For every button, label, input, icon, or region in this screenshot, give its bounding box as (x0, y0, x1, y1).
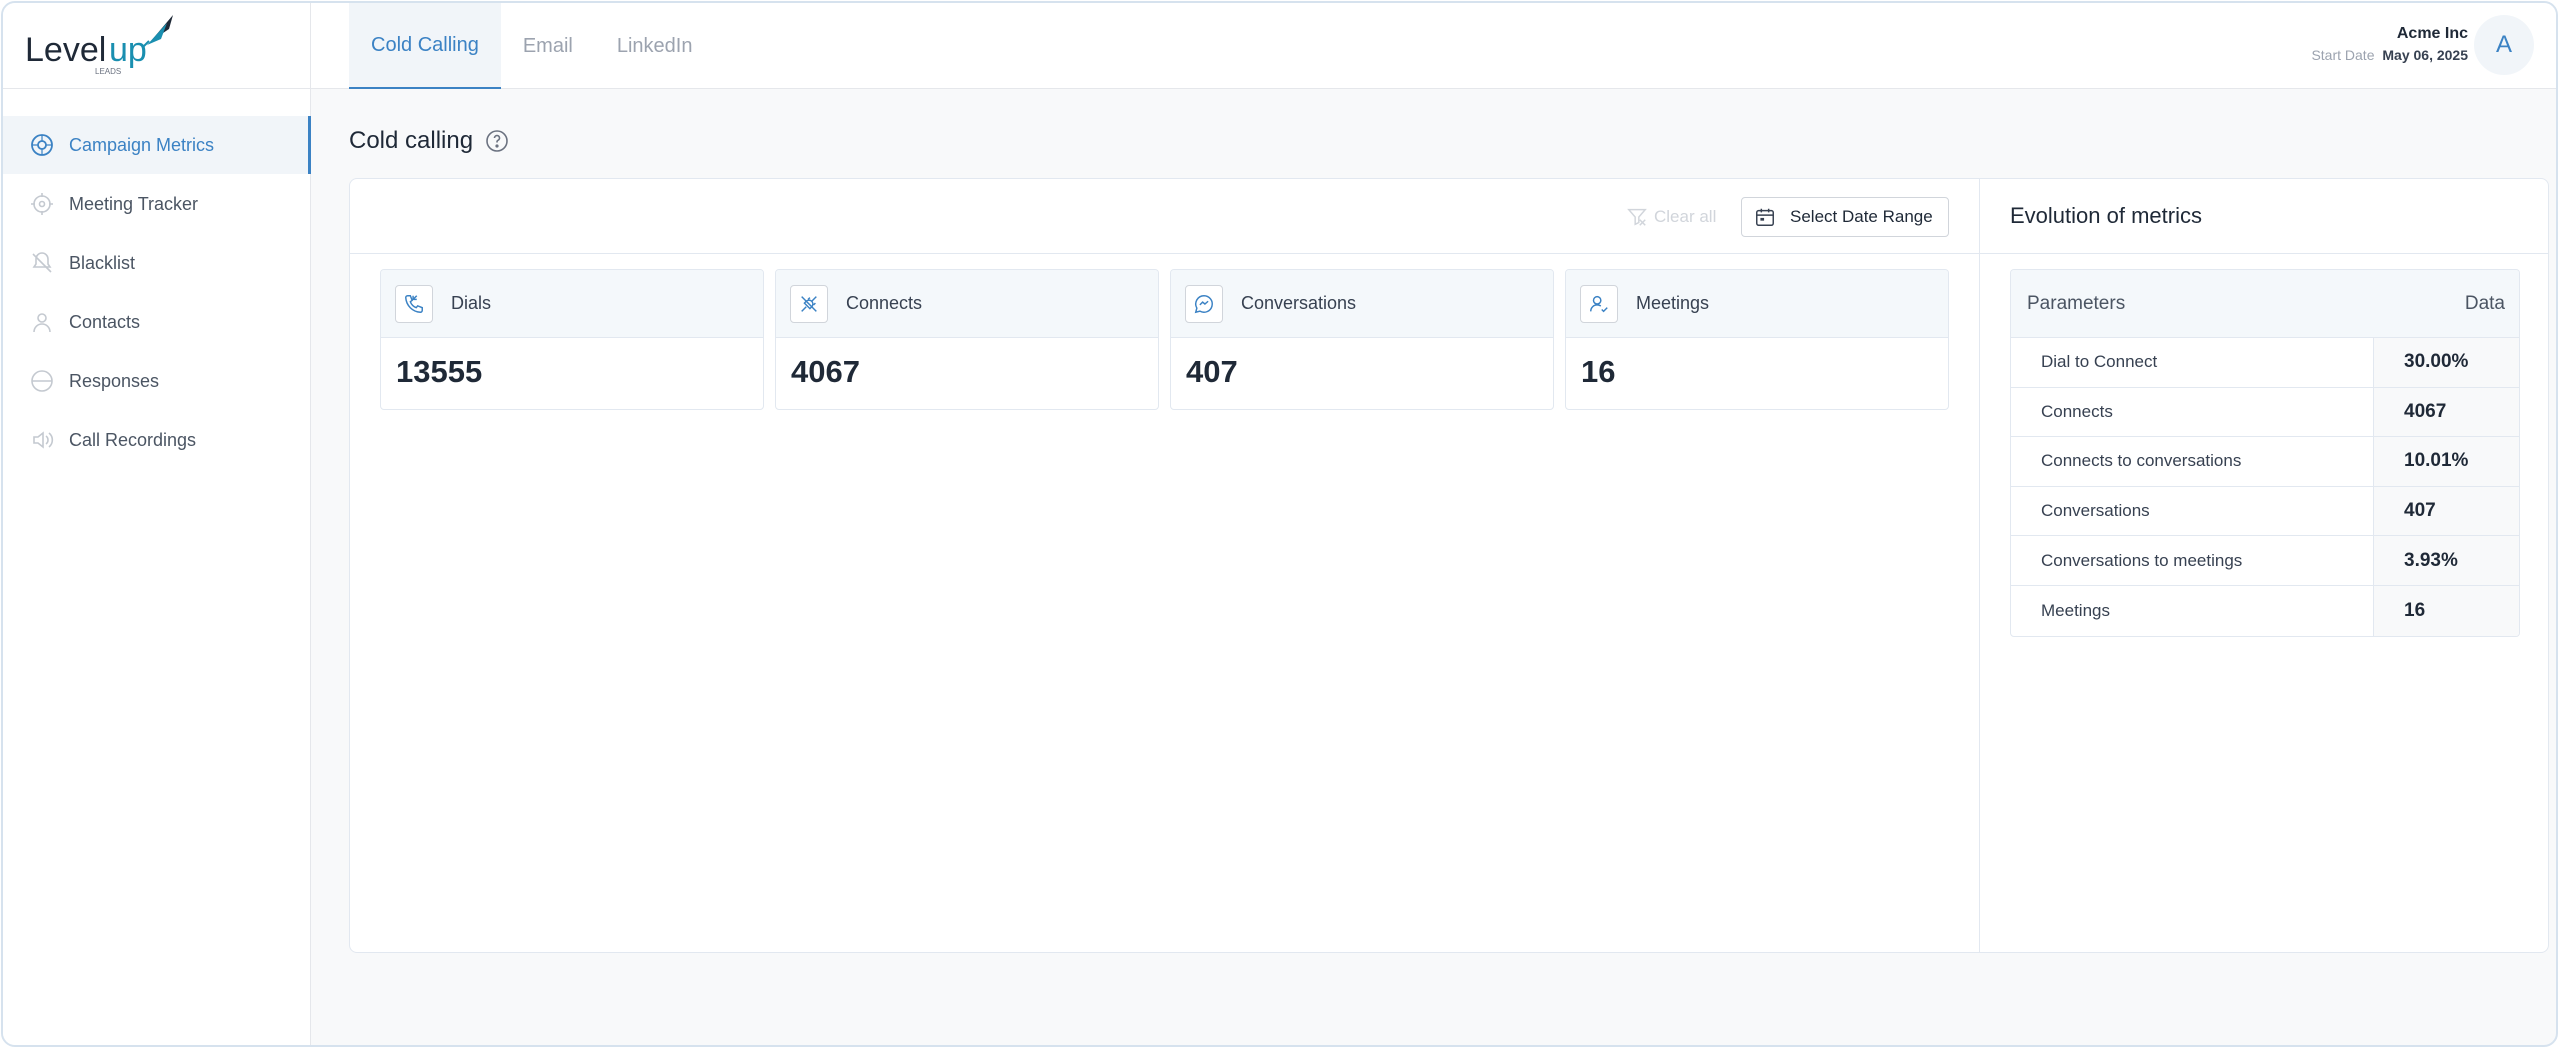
message-icon (1185, 284, 1223, 323)
filter-toolbar: Clear all Select Date Range (350, 179, 1979, 254)
table-row: Dial to Connect 30.00% (2011, 338, 2519, 388)
row-data: 407 (2374, 486, 2519, 536)
tab-linkedin[interactable]: LinkedIn (595, 3, 715, 89)
clear-all-label: Clear all (1654, 207, 1717, 226)
sidebar-item-label: Responses (69, 370, 160, 391)
row-parameter: Connects (2011, 387, 2374, 437)
account-info: Acme Inc Start Date May 06, 2025 (2311, 25, 2468, 63)
metric-label: Dials (451, 293, 492, 313)
row-data: 30.00% (2374, 338, 2519, 387)
tab-email[interactable]: Email (501, 3, 595, 89)
sidebar-item-blacklist[interactable]: Blacklist (3, 234, 311, 292)
sidebar-item-call-recordings[interactable]: Call Recordings (3, 411, 311, 469)
sidebar: Level up LEADS Campaign Metrics Meeting … (3, 3, 311, 1045)
evolution-of-metrics: Evolution of metrics Parameters Data Dia… (1980, 179, 2549, 952)
metric-card-connects: Connects 4067 (775, 269, 1159, 410)
page-title: Cold calling (349, 127, 509, 155)
plug-icon (790, 284, 828, 323)
row-parameter: Conversations (2011, 486, 2374, 536)
tab-cold-calling[interactable]: Cold Calling (349, 3, 501, 89)
crosshair-icon (29, 191, 55, 217)
sidebar-item-meeting-tracker[interactable]: Meeting Tracker (3, 175, 311, 233)
evolution-title: Evolution of metrics (1980, 179, 2549, 254)
clear-all-button[interactable]: Clear all (1626, 203, 1716, 231)
logo[interactable]: Level up LEADS (23, 11, 183, 79)
row-parameter: Meetings (2011, 585, 2374, 636)
sidebar-nav: Campaign Metrics Meeting Tracker Blackli… (3, 116, 311, 470)
select-date-range-button[interactable]: Select Date Range (1741, 197, 1949, 237)
row-data: 10.01% (2374, 437, 2519, 486)
metric-label: Meetings (1636, 293, 1710, 313)
help-icon[interactable] (485, 129, 509, 153)
svg-text:Level: Level (25, 31, 106, 69)
date-range-label: Select Date Range (1790, 207, 1933, 226)
row-parameter: Dial to Connect (2011, 338, 2374, 387)
row-parameter: Conversations to meetings (2011, 536, 2374, 585)
metric-label: Connects (846, 293, 923, 313)
column-header-parameters: Parameters (2027, 292, 2126, 314)
account-name: Acme Inc (2396, 25, 2468, 42)
phone-icon (395, 284, 433, 323)
filter-clear-icon (1626, 206, 1648, 228)
chat-icon (29, 368, 55, 394)
metric-card-meetings: Meetings 16 (1565, 269, 1949, 410)
row-data: 16 (2374, 585, 2519, 636)
metric-cards: Dials 13555 Connects 4067 Conversations … (380, 269, 1960, 410)
svg-text:up: up (109, 31, 147, 69)
metric-label: Conversations (1241, 293, 1357, 313)
sidebar-item-label: Call Recordings (69, 429, 197, 450)
table-row: Conversations 407 (2011, 486, 2519, 537)
sidebar-item-contacts[interactable]: Contacts (3, 293, 311, 351)
metric-card-dials: Dials 13555 (380, 269, 764, 410)
table-header: Parameters Data (2011, 270, 2519, 338)
row-data: 4067 (2374, 387, 2519, 437)
user-check-icon (1580, 284, 1618, 323)
sidebar-item-responses[interactable]: Responses (3, 352, 311, 410)
channel-tabs: Cold Calling Email LinkedIn (349, 3, 714, 89)
levelup-logo-icon: Level up LEADS (25, 15, 173, 76)
start-date-label: Start Date (2311, 47, 2375, 63)
metric-value: 4067 (791, 354, 860, 389)
row-parameter: Connects to conversations (2011, 437, 2374, 486)
page-title-text: Cold calling (349, 127, 474, 154)
target-icon (29, 132, 55, 158)
sidebar-item-label: Contacts (69, 311, 141, 332)
sidebar-item-campaign-metrics[interactable]: Campaign Metrics (3, 116, 311, 174)
app-window: Level up LEADS Campaign Metrics Meeting … (1, 1, 2558, 1047)
sidebar-item-label: Blacklist (69, 252, 136, 273)
calendar-icon (1754, 206, 1776, 228)
metric-value: 407 (1186, 354, 1238, 389)
metric-value: 16 (1581, 354, 1616, 389)
evolution-table: Parameters Data Dial to Connect 30.00% C… (2010, 269, 2520, 637)
metric-card-conversations: Conversations 407 (1170, 269, 1554, 410)
metrics-overview: Clear all Select Date Range Dials 13555 … (350, 179, 1980, 952)
sidebar-item-label: Meeting Tracker (69, 193, 199, 214)
table-row: Connects to conversations 10.01% (2011, 437, 2519, 487)
start-date-value: May 06, 2025 (2382, 47, 2468, 63)
start-date: Start Date May 06, 2025 (2311, 47, 2468, 63)
table-row: Meetings 16 (2011, 585, 2519, 636)
top-header: Cold Calling Email LinkedIn Acme Inc Sta… (311, 3, 2556, 89)
avatar[interactable]: A (2474, 15, 2534, 75)
table-row: Conversations to meetings 3.93% (2011, 536, 2519, 586)
svg-text:LEADS: LEADS (95, 67, 121, 76)
column-header-data: Data (2464, 292, 2505, 314)
metric-value: 13555 (396, 354, 483, 389)
table-row: Connects 4067 (2011, 387, 2519, 438)
row-data: 3.93% (2374, 536, 2519, 585)
metrics-panel: Clear all Select Date Range Dials 13555 … (349, 178, 2549, 953)
user-icon (29, 309, 55, 335)
sidebar-item-label: Campaign Metrics (69, 134, 215, 155)
speaker-icon (29, 427, 55, 453)
block-icon (29, 250, 55, 276)
